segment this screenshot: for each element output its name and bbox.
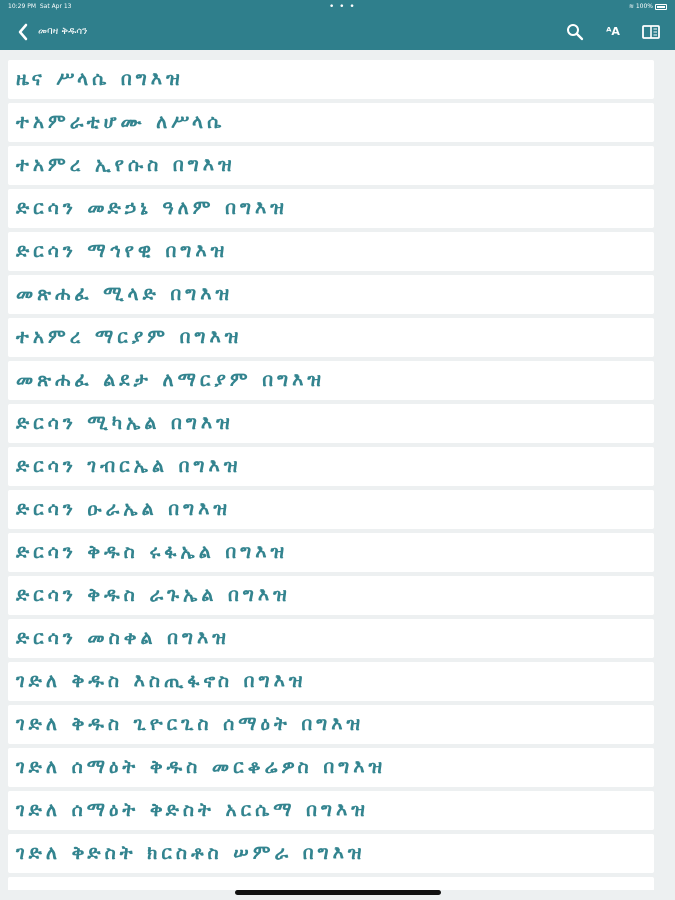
list-item[interactable]: ገድለ ቅዱስ ጊዮርጊስ ሰማዕት በግእዝ bbox=[8, 705, 654, 744]
list-item[interactable]: ድርሳን ገብርኤል በግእዝ bbox=[8, 447, 654, 486]
list-item-label: ድርሳን መድኃኔ ዓለም በግእዝ bbox=[16, 197, 288, 219]
list-item-label: ድርሳን ዑራኤል በግእዝ bbox=[16, 498, 232, 520]
list-item-label: ድርሳን ሚካኤል በግእዝ bbox=[16, 412, 234, 434]
list-item-label: ተአምረ ማርያም በግእዝ bbox=[16, 326, 243, 348]
list-item-label: መጽሐፈ ሚላድ በግእዝ bbox=[16, 283, 234, 305]
list-item[interactable]: ድርሳን መድኃኔ ዓለም በግእዝ bbox=[8, 189, 654, 228]
list-item-partial[interactable] bbox=[8, 877, 654, 890]
battery-percent: ≋ 100% bbox=[628, 3, 653, 10]
wifi-icon: ≋ bbox=[628, 3, 634, 10]
list-item-label: ገድለ ቅድስት ክርስቶስ ሠምራ በግእዝ bbox=[16, 842, 366, 864]
list-item[interactable]: ድርሳን ማኅየዊ በግእዝ bbox=[8, 232, 654, 271]
list-item[interactable]: ገድለ ቅድስት ክርስቶስ ሠምራ በግእዝ bbox=[8, 834, 654, 873]
list-item[interactable]: ገድለ ቅዱስ እስጢፋኖስ በግእዝ bbox=[8, 662, 654, 701]
book-icon[interactable] bbox=[641, 22, 661, 42]
list-item[interactable]: ገድለ ሰማዕት ቅዱስ መርቆሬዎስ በግእዝ bbox=[8, 748, 654, 787]
back-icon[interactable] bbox=[14, 22, 34, 42]
list-item[interactable]: ዜና ሥላሴ በግእዝ bbox=[8, 60, 654, 99]
list-item[interactable]: ድርሳን ቅዱስ ራጉኤል በግእዝ bbox=[8, 576, 654, 615]
navigation-bar: መባዛ ቅዱሳን ᴬA bbox=[0, 14, 675, 50]
multitask-dots[interactable]: • • • bbox=[329, 0, 356, 14]
list-item-label: ገድለ ሰማዕት ቅድስት አርሴማ በግእዝ bbox=[16, 799, 369, 821]
list-item[interactable]: መጽሐፈ ልደታ ለማርያም በግእዝ bbox=[8, 361, 654, 400]
list-item[interactable]: ድርሳን ሚካኤል በግእዝ bbox=[8, 404, 654, 443]
status-time: 10:29 PM Sat Apr 13 bbox=[8, 3, 72, 10]
list-item-label: ድርሳን ቅዱስ ራጉኤል በግእዝ bbox=[16, 584, 291, 606]
home-indicator[interactable] bbox=[235, 890, 441, 895]
search-icon[interactable] bbox=[565, 22, 585, 42]
list-item-label: ተአምራቲሆሙ ለሥላሴ bbox=[16, 111, 226, 133]
list-item-label: ድርሳን ቅዱስ ሩፋኤል በግእዝ bbox=[16, 541, 289, 563]
font-size-icon[interactable]: ᴬA bbox=[603, 22, 623, 42]
list-item[interactable]: መጽሐፈ ሚላድ በግእዝ bbox=[8, 275, 654, 314]
app-header: 10:29 PM Sat Apr 13 • • • ≋ 100% መባዛ ቅዱሳ… bbox=[0, 0, 675, 50]
list-item[interactable]: ድርሳን ዑራኤል በግእዝ bbox=[8, 490, 654, 529]
list-item-label: ድርሳን ገብርኤል በግእዝ bbox=[16, 455, 242, 477]
list-item-label: ዜና ሥላሴ በግእዝ bbox=[16, 68, 184, 90]
list-item[interactable]: ድርሳን መስቀል በግእዝ bbox=[8, 619, 654, 658]
list-item[interactable]: ተአምረ ማርያም በግእዝ bbox=[8, 318, 654, 357]
list-item[interactable]: ተአምራቲሆሙ ለሥላሴ bbox=[8, 103, 654, 142]
list-item-label: መጽሐፈ ልደታ ለማርያም በግእዝ bbox=[16, 369, 326, 391]
list-item-label: ገድለ ቅዱስ እስጢፋኖስ በግእዝ bbox=[16, 670, 307, 692]
list-item-label: ድርሳን ማኅየዊ በግእዝ bbox=[16, 240, 229, 262]
list-item[interactable]: ድርሳን ቅዱስ ሩፋኤል በግእዝ bbox=[8, 533, 654, 572]
list-item-label: ድርሳን መስቀል በግእዝ bbox=[16, 627, 230, 649]
list-item-label: ገድለ ቅዱስ ጊዮርጊስ ሰማዕት በግእዝ bbox=[16, 713, 365, 735]
battery-icon bbox=[655, 4, 667, 10]
list-item[interactable]: ገድለ ሰማዕት ቅድስት አርሴማ በግእዝ bbox=[8, 791, 654, 830]
book-list: ዜና ሥላሴ በግእዝ ተአምራቲሆሙ ለሥላሴ ተአምረ ኢየሱስ በግእዝ … bbox=[8, 60, 654, 890]
list-item-label: ገድለ ሰማዕት ቅዱስ መርቆሬዎስ በግእዝ bbox=[16, 756, 387, 778]
page-title: መባዛ ቅዱሳን bbox=[38, 26, 88, 37]
list-item-label: ተአምረ ኢየሱስ በግእዝ bbox=[16, 154, 236, 176]
list-item[interactable]: ተአምረ ኢየሱስ በግእዝ bbox=[8, 146, 654, 185]
status-bar: 10:29 PM Sat Apr 13 • • • ≋ 100% bbox=[0, 0, 675, 14]
